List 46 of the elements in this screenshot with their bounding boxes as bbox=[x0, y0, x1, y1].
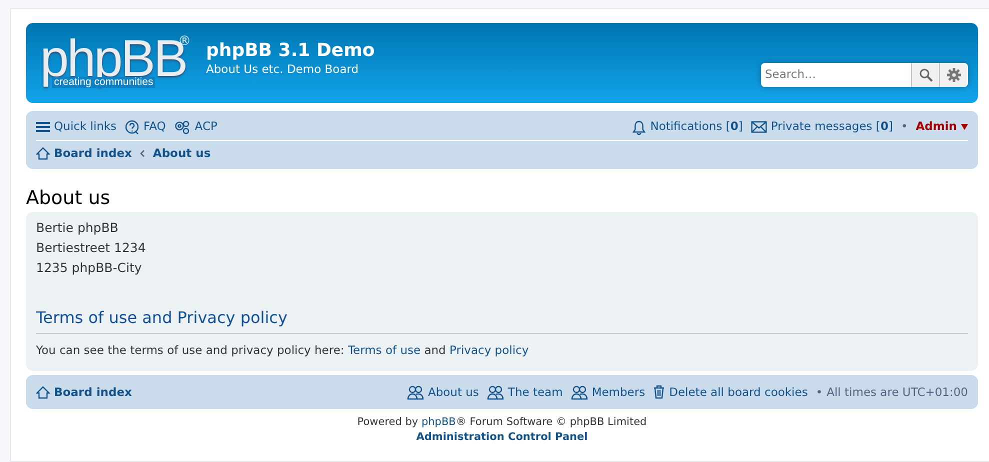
site-title: phpBB 3.1 Demo bbox=[206, 40, 375, 62]
chevron-icon bbox=[140, 150, 145, 157]
nav-link[interactable]: FAQ bbox=[124, 118, 166, 136]
nav-link[interactable]: Notifications [0] bbox=[632, 118, 743, 136]
logo[interactable]: phpBB® creating communities bbox=[40, 33, 190, 93]
nav-link[interactable]: ACP bbox=[174, 118, 218, 136]
search-icon bbox=[918, 68, 932, 82]
quick-links-menu[interactable]: Quick links bbox=[36, 118, 117, 136]
footer-link[interactable]: About us bbox=[406, 384, 479, 401]
phpbb-link[interactable]: phpBB bbox=[421, 416, 456, 428]
privacy-link[interactable]: Privacy policy bbox=[450, 342, 529, 357]
breadcrumb-link[interactable]: Board index bbox=[36, 144, 132, 162]
section-heading: Terms of use and Privacy policy bbox=[36, 308, 968, 334]
terms-text: You can see the terms of use and privacy policy here: Terms of use and Privacy policy bbox=[36, 342, 530, 359]
users-icon bbox=[570, 384, 588, 400]
site-description: About Us etc. Demo Board bbox=[206, 61, 360, 78]
users-icon bbox=[486, 384, 504, 400]
copyright-text: Powered by phpBB® Forum Software © phpBB Limited bbox=[356, 415, 648, 430]
help-icon bbox=[124, 120, 140, 134]
bell-icon bbox=[632, 120, 646, 134]
timezone-text: All times are UTC+01:00 bbox=[826, 384, 968, 401]
address-text: Bertie phpBB Bertiestreet 1234 1235 phpBB-City bbox=[36, 218, 147, 277]
admin-panel-link[interactable]: Administration Control Panel bbox=[416, 431, 588, 444]
home-icon bbox=[36, 147, 50, 160]
search-button[interactable] bbox=[911, 63, 939, 87]
envelope-icon bbox=[750, 121, 767, 133]
gear-icon bbox=[946, 68, 960, 82]
separator-dot: • bbox=[816, 384, 823, 401]
page-title: About us bbox=[26, 187, 112, 210]
trash-icon bbox=[653, 385, 666, 400]
caret-icon bbox=[961, 124, 968, 130]
home-icon bbox=[36, 386, 50, 399]
separator-dot: • bbox=[900, 118, 908, 136]
menu-icon bbox=[36, 121, 50, 133]
users-icon bbox=[406, 384, 424, 400]
breadcrumb-link[interactable]: About us bbox=[152, 144, 211, 162]
footer-link[interactable]: Delete all board cookies bbox=[653, 384, 808, 401]
settings-button[interactable] bbox=[939, 63, 967, 87]
nav-link[interactable]: Private messages [0] bbox=[750, 118, 893, 136]
user-menu[interactable]: Admin bbox=[916, 118, 968, 136]
gears-icon bbox=[174, 120, 191, 134]
breadcrumb-link[interactable]: Board index bbox=[36, 384, 132, 401]
footer-link[interactable]: The team bbox=[486, 384, 563, 401]
search-field[interactable]: Search… bbox=[761, 63, 968, 87]
footer-link[interactable]: Members bbox=[570, 384, 646, 401]
terms-link[interactable]: Terms of use bbox=[348, 342, 421, 357]
